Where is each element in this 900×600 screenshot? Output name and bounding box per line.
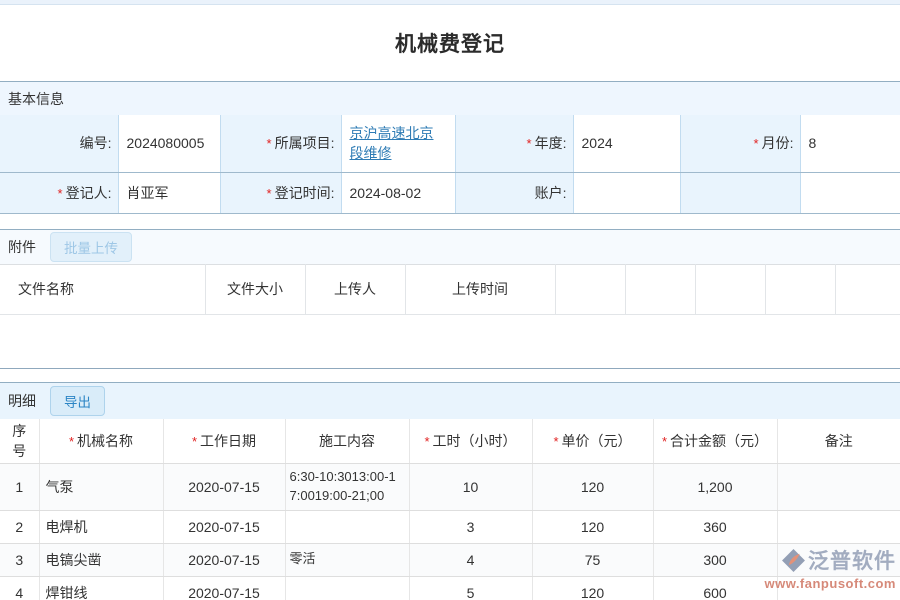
attach-col-filesize: 文件大小: [205, 264, 305, 314]
required-mark: *: [267, 136, 272, 151]
cell-price: 120: [532, 510, 653, 543]
spacer: [0, 214, 900, 229]
cell-content: [285, 576, 409, 600]
required-mark: *: [754, 136, 759, 151]
field-value-empty: [800, 172, 900, 213]
required-mark: *: [553, 434, 558, 449]
batch-upload-button[interactable]: 批量上传: [50, 232, 132, 262]
required-mark: *: [662, 434, 667, 449]
attachments-section-title: 附件: [8, 237, 36, 257]
cell-content: 零活: [285, 543, 409, 576]
detail-col-index: 序号: [0, 419, 39, 464]
field-label-empty: [680, 172, 800, 213]
page-title: 机械费登记: [395, 28, 505, 58]
cell-machine: 焊钳线: [39, 576, 163, 600]
attach-col-extra: [695, 264, 765, 314]
basic-info-form: 编号: 2024080005 *所属项目: 京沪高速北京段维修 *年度: 202…: [0, 115, 900, 214]
cell-hours: 3: [409, 510, 532, 543]
field-label-account: 账户:: [455, 172, 573, 213]
cell-total: 1,200: [653, 463, 777, 510]
required-mark: *: [192, 434, 197, 449]
basic-info-section-title: 基本信息: [8, 89, 64, 109]
required-mark: *: [527, 136, 532, 151]
cell-date: 2020-07-15: [163, 463, 285, 510]
attachments-table: 文件名称 文件大小 上传人 上传时间: [0, 264, 900, 315]
cell-index: 2: [0, 510, 39, 543]
basic-info-section-header: 基本信息: [0, 81, 900, 115]
attach-col-uploadtime: 上传时间: [405, 264, 555, 314]
cell-index: 1: [0, 463, 39, 510]
cell-note: [777, 576, 900, 600]
field-label-month: *月份:: [680, 115, 800, 172]
detail-col-total: *合计金额（元）: [653, 419, 777, 464]
attachments-empty-area: [0, 315, 900, 368]
required-mark: *: [267, 186, 272, 201]
cell-index: 4: [0, 576, 39, 600]
cell-machine: 电焊机: [39, 510, 163, 543]
details-table: 序号 *机械名称 *工作日期 施工内容 *工时（小时） *单价（元） *合计金额…: [0, 419, 900, 600]
cell-hours: 5: [409, 576, 532, 600]
attach-col-extra: [835, 264, 900, 314]
page-header: 机械费登记: [0, 5, 900, 81]
cell-price: 120: [532, 463, 653, 510]
field-label-project: *所属项目:: [220, 115, 341, 172]
field-value-month: 8: [800, 115, 900, 172]
field-value-number: 2024080005: [118, 115, 220, 172]
detail-col-content: 施工内容: [285, 419, 409, 464]
cell-content: 6:30-10:3013:00-17:0019:00-21;00: [285, 463, 409, 510]
required-mark: *: [69, 434, 74, 449]
table-row: 4 焊钳线 2020-07-15 5 120 600: [0, 576, 900, 600]
field-value-account: [573, 172, 680, 213]
cell-total: 360: [653, 510, 777, 543]
cell-content: [285, 510, 409, 543]
cell-total: 600: [653, 576, 777, 600]
details-section-header: 明细 导出: [0, 382, 900, 419]
attach-col-extra: [625, 264, 695, 314]
attach-col-extra: [555, 264, 625, 314]
cell-date: 2020-07-15: [163, 576, 285, 600]
cell-date: 2020-07-15: [163, 543, 285, 576]
cell-price: 120: [532, 576, 653, 600]
required-mark: *: [58, 186, 63, 201]
details-header-row: 序号 *机械名称 *工作日期 施工内容 *工时（小时） *单价（元） *合计金额…: [0, 419, 900, 464]
cell-machine: 电镐尖凿: [39, 543, 163, 576]
cell-note: [777, 463, 900, 510]
cell-index: 3: [0, 543, 39, 576]
attach-col-uploader: 上传人: [305, 264, 405, 314]
cell-price: 75: [532, 543, 653, 576]
cell-total: 300: [653, 543, 777, 576]
attach-col-extra: [765, 264, 835, 314]
cell-date: 2020-07-15: [163, 510, 285, 543]
field-label-reg-time: *登记时间:: [220, 172, 341, 213]
field-value-project: 京沪高速北京段维修: [341, 115, 455, 172]
cell-note: [777, 543, 900, 576]
attachments-section-header: 附件 批量上传: [0, 229, 900, 264]
field-value-registrant: 肖亚军: [118, 172, 220, 213]
detail-col-price: *单价（元）: [532, 419, 653, 464]
section-divider: [0, 368, 900, 382]
field-label-registrant: *登记人:: [0, 172, 118, 213]
cell-machine: 气泵: [39, 463, 163, 510]
project-link[interactable]: 京沪高速北京段维修: [350, 125, 434, 161]
field-value-reg-time: 2024-08-02: [341, 172, 455, 213]
field-label-number: 编号:: [0, 115, 118, 172]
export-button[interactable]: 导出: [50, 386, 105, 416]
detail-col-note: 备注: [777, 419, 900, 464]
table-row: 3 电镐尖凿 2020-07-15 零活 4 75 300: [0, 543, 900, 576]
cell-hours: 4: [409, 543, 532, 576]
table-row: 1 气泵 2020-07-15 6:30-10:3013:00-17:0019:…: [0, 463, 900, 510]
cell-note: [777, 510, 900, 543]
detail-col-date: *工作日期: [163, 419, 285, 464]
detail-col-hours: *工时（小时）: [409, 419, 532, 464]
field-value-year: 2024: [573, 115, 680, 172]
required-mark: *: [424, 434, 429, 449]
cell-hours: 10: [409, 463, 532, 510]
detail-col-machine: *机械名称: [39, 419, 163, 464]
details-section-title: 明细: [8, 391, 36, 411]
field-label-year: *年度:: [455, 115, 573, 172]
attach-col-filename: 文件名称: [0, 264, 205, 314]
table-row: 2 电焊机 2020-07-15 3 120 360: [0, 510, 900, 543]
